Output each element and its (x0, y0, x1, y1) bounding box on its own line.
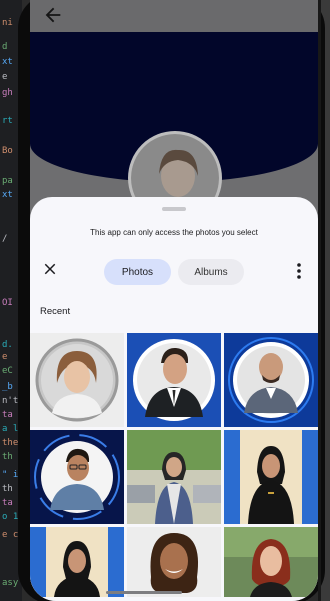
tab-photos-label: Photos (121, 266, 154, 278)
code-fragment: th (2, 484, 13, 494)
arrow-left-icon[interactable] (42, 4, 64, 26)
photo-tile[interactable] (127, 430, 221, 524)
more-vert-icon[interactable] (292, 261, 306, 281)
photo-image (30, 527, 124, 597)
code-fragment: d (2, 42, 8, 52)
tab-photos[interactable]: Photos (104, 259, 171, 285)
code-fragment: eC (2, 366, 13, 376)
code-fragment: asy (2, 578, 19, 588)
code-fragment: xt (2, 57, 13, 67)
drag-handle[interactable] (162, 207, 186, 211)
photo-image (127, 333, 221, 427)
screenshot-stage: ni d xt e gh rt Bo pa xt / OI d. e eC _b n't ta a l the th "… (0, 0, 330, 601)
tab-albums[interactable]: Albums (178, 259, 244, 285)
tab-albums-label: Albums (194, 266, 228, 278)
code-fragment: gh (2, 88, 13, 98)
code-fragment: a l (2, 424, 19, 434)
photo-tile[interactable] (127, 333, 221, 427)
home-indicator[interactable] (106, 591, 182, 594)
photo-image (224, 430, 318, 524)
photo-tile[interactable] (30, 333, 124, 427)
code-fragment: / (2, 234, 8, 244)
code-fragment: ta (2, 498, 13, 508)
section-title-recent: Recent (40, 306, 71, 317)
code-fragment: d. (2, 340, 13, 350)
code-fragment: e (2, 352, 8, 362)
photo-image (127, 430, 221, 524)
code-fragment: xt (2, 190, 13, 200)
code-fragment: the (2, 438, 19, 448)
app-top-bar (30, 0, 318, 32)
photo-image (30, 333, 124, 427)
code-fragment: OI (2, 298, 13, 308)
code-fragment: th (2, 452, 13, 462)
photo-picker-sheet: This app can only access the photos you … (30, 197, 318, 601)
code-fragment: n't (2, 396, 19, 406)
code-fragment: e c (2, 530, 19, 540)
photo-image (127, 527, 221, 597)
phone-right-bezel (318, 0, 321, 601)
code-fragment: e (2, 72, 8, 82)
code-fragment: _b (2, 382, 13, 392)
code-fragment: ni (2, 18, 13, 28)
photo-image (224, 333, 318, 427)
access-notice: This app can only access the photos you … (90, 228, 258, 237)
code-fragment: Bo (2, 146, 13, 156)
photo-tile[interactable] (224, 527, 318, 597)
code-fragment: ta (2, 410, 13, 420)
phone-screen: This app can only access the photos you … (30, 0, 318, 601)
photo-tile[interactable] (224, 430, 318, 524)
photo-tile[interactable] (30, 527, 124, 597)
photo-image (30, 430, 124, 524)
code-fragment: rt (2, 116, 13, 126)
photo-image (224, 527, 318, 597)
photo-tile[interactable] (30, 430, 124, 524)
photo-tile[interactable] (127, 527, 221, 597)
code-fragment: o 1 (2, 512, 19, 522)
code-fragment: pa (2, 176, 13, 186)
code-fragment: " i (2, 470, 19, 480)
close-icon[interactable] (41, 260, 59, 278)
photo-tile[interactable] (224, 333, 318, 427)
